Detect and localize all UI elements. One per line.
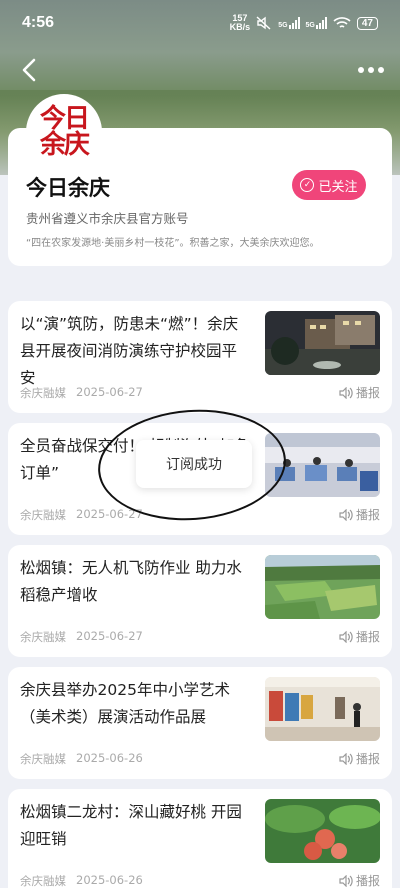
more-dot-icon — [358, 67, 364, 73]
check-icon: ✓ — [300, 178, 315, 192]
account-motto: “四在农家发源地·美丽乡村一枝花”。积善之家，大美余庆欢迎您。 — [26, 238, 320, 249]
play-audio-button[interactable]: 播报 — [339, 628, 380, 645]
news-thumbnail-rice-fields — [265, 555, 380, 619]
follow-button[interactable]: ✓ 已关注 — [292, 170, 366, 200]
mute-icon — [256, 16, 271, 30]
play-label: 播报 — [355, 752, 380, 766]
logo-line-2: 余庆 — [39, 130, 90, 160]
speaker-icon — [339, 752, 353, 765]
more-dot-icon — [378, 67, 384, 73]
news-source: 余庆融媒 — [20, 508, 66, 522]
news-thumbnail-peaches — [265, 799, 380, 863]
news-item[interactable]: 余庆县举办2025年中小学艺术（美术类）展演活动作品展 余庆融媒 2025-06… — [8, 667, 392, 779]
news-date: 2025-06-26 — [76, 873, 143, 887]
news-thumbnail-night-campus — [265, 311, 380, 375]
news-item[interactable]: 松烟镇：无人机飞防作业 助力水稻稳产增收 余庆融媒 2025-06-27 播报 — [8, 545, 392, 657]
play-audio-button[interactable]: 播报 — [339, 506, 380, 523]
chevron-left-icon — [22, 58, 36, 82]
speaker-icon — [339, 508, 353, 521]
news-date: 2025-06-26 — [76, 751, 143, 765]
more-dot-icon — [368, 67, 374, 73]
play-label: 播报 — [355, 874, 380, 888]
news-item[interactable]: 松烟镇二龙村：深山藏好桃 开园迎旺销 余庆融媒 2025-06-26 播报 — [8, 789, 392, 888]
network-speed-unit: KB/s — [229, 22, 251, 32]
network-speed: 157 KB/s — [230, 14, 251, 32]
play-audio-button[interactable]: 播报 — [339, 750, 380, 767]
news-title: 余庆县举办2025年中小学艺术（美术类）展演活动作品展 — [20, 681, 230, 726]
play-label: 播报 — [355, 508, 380, 522]
news-title: 松烟镇二龙村：深山藏好桃 开园迎旺销 — [20, 803, 242, 848]
news-source: 余庆融媒 — [20, 752, 66, 766]
wifi-icon — [333, 17, 351, 28]
status-time: 4:56 — [22, 14, 55, 31]
status-icons: 157 KB/s 5G 5G 47 — [230, 14, 378, 32]
news-source: 余庆融媒 — [20, 386, 66, 400]
play-audio-button[interactable]: 播报 — [339, 384, 380, 401]
news-date: 2025-06-27 — [76, 385, 143, 399]
more-options-button[interactable] — [356, 60, 386, 80]
news-date: 2025-06-27 — [76, 629, 143, 643]
news-title: 松烟镇：无人机飞防作业 助力水稻稳产增收 — [20, 559, 242, 604]
news-thumbnail-art-exhibition — [265, 677, 380, 741]
account-logo: 今日 余庆 — [26, 94, 102, 170]
status-bar: 4:56 157 KB/s 5G 5G 47 — [0, 0, 400, 50]
speaker-icon — [339, 630, 353, 643]
account-description: 贵州省遵义市余庆县官方账号 — [26, 211, 189, 226]
news-title: 以“演”筑防，防患未“燃”！余庆县开展夜间消防演练守护校园平安 — [20, 315, 239, 387]
play-label: 播报 — [355, 630, 380, 644]
logo-line-1: 今日 — [39, 104, 90, 134]
battery-icon: 47 — [356, 16, 378, 30]
account-name: 今日余庆 — [26, 176, 110, 200]
speaker-icon — [339, 874, 353, 887]
profile-card: 今日 余庆 今日余庆 ✓ 已关注 贵州省遵义市余庆县官方账号 “四在农家发源地·… — [8, 94, 392, 266]
toast-message: 订阅成功 — [136, 440, 252, 488]
news-source: 余庆融媒 — [20, 874, 66, 888]
back-button[interactable] — [16, 56, 44, 84]
play-audio-button[interactable]: 播报 — [339, 872, 380, 888]
signal-5g-icon: 5G — [278, 17, 300, 29]
news-item[interactable]: 以“演”筑防，防患未“燃”！余庆县开展夜间消防演练守护校园平安 余庆融媒 202… — [8, 301, 392, 413]
speaker-icon — [339, 386, 353, 399]
follow-button-label: 已关注 — [318, 179, 358, 195]
news-source: 余庆融媒 — [20, 630, 66, 644]
play-label: 播报 — [355, 386, 380, 400]
signal-5g-icon-2: 5G — [306, 17, 327, 29]
